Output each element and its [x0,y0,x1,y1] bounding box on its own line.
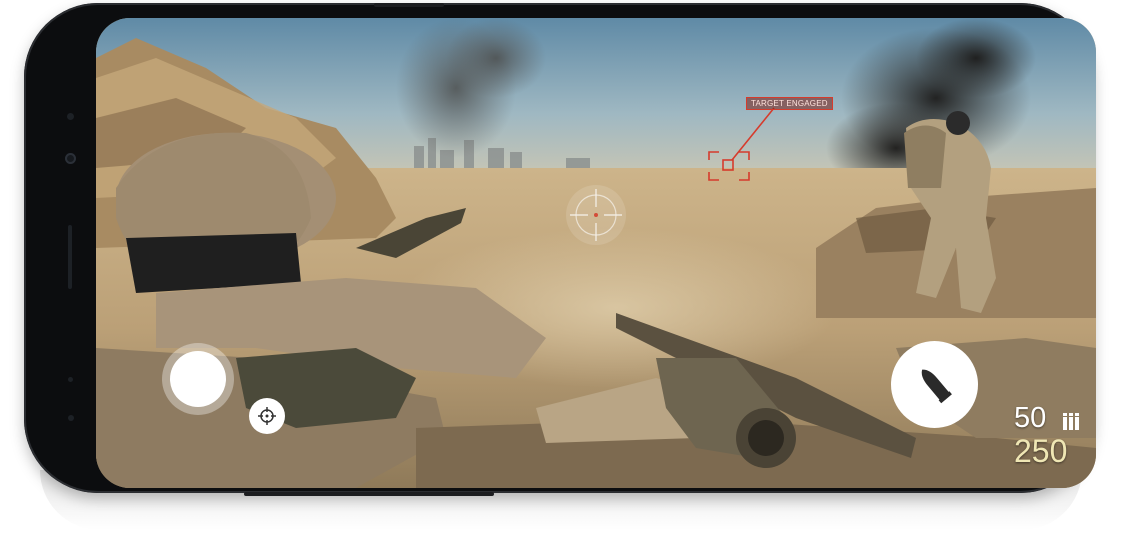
phone-frame: TARGET ENGAGED 50 250 [24,3,1096,496]
sensor-dot [68,415,74,421]
ammo-magazine-count: 50 [1014,402,1047,434]
game-screen[interactable]: TARGET ENGAGED 50 250 [96,18,1096,488]
sensor-dot [68,377,73,382]
ammo-reserve-count: 250 [1014,433,1068,469]
power-button [374,3,444,7]
volume-button [244,492,494,496]
fire-button[interactable] [162,343,234,415]
aim-button[interactable] [249,398,285,434]
ammo-bars-icon [1063,413,1079,430]
sensor-dot [67,113,74,120]
front-camera [65,153,76,164]
fire-button-inner [170,351,226,407]
speaker-grill [68,225,72,289]
bullet-icon [921,369,952,403]
target-engaged-label: TARGET ENGAGED [746,97,833,110]
crosshair-icon [258,407,276,425]
reload-button[interactable] [891,341,978,428]
